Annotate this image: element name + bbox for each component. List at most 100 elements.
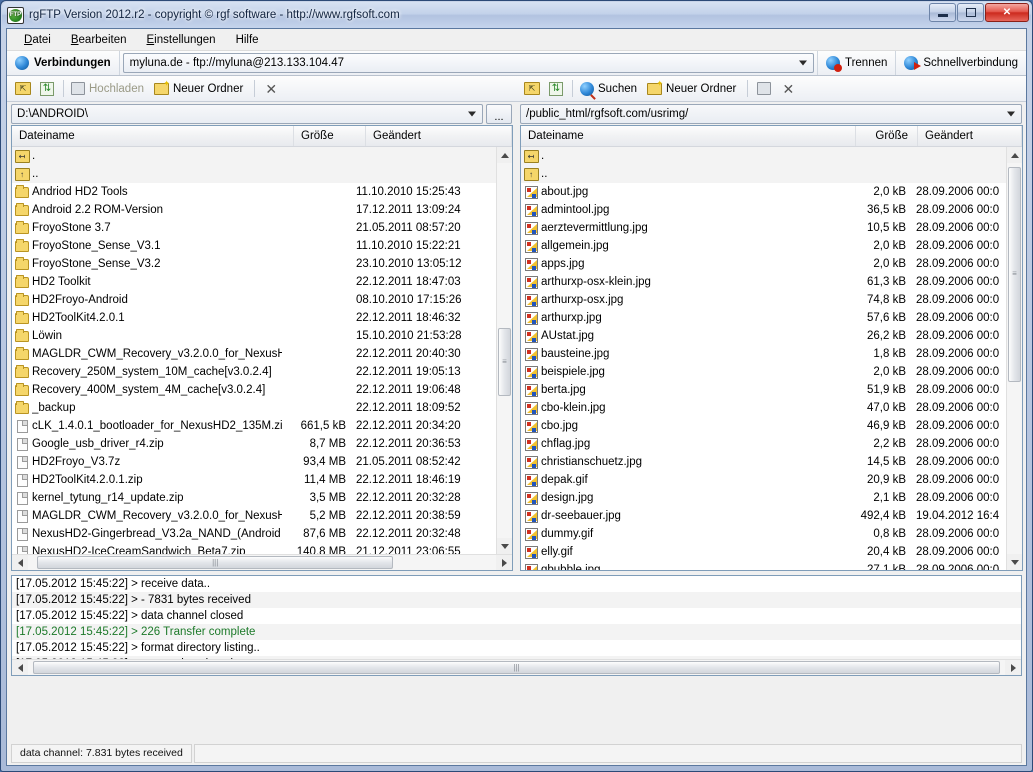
connections-button[interactable]: Verbindungen bbox=[7, 51, 120, 75]
table-row[interactable]: cbo-klein.jpg 47,0 kB 28.09.2006 00:0 bbox=[521, 399, 1006, 417]
local-up-button[interactable]: ⇱ bbox=[11, 78, 35, 99]
download-button[interactable] bbox=[752, 78, 776, 99]
hscroll-track[interactable]: ||| bbox=[28, 555, 496, 570]
scroll-up-button[interactable] bbox=[1007, 147, 1022, 163]
remote-refresh-button[interactable]: ⇅ bbox=[544, 78, 568, 99]
remote-path-combo[interactable]: /public_html/rgfsoft.com/usrimg/ bbox=[520, 103, 1022, 124]
column-header-groesse[interactable]: Größe bbox=[294, 126, 366, 146]
remote-up-button[interactable]: ⇱ bbox=[520, 78, 544, 99]
table-row[interactable]: allgemein.jpg 2,0 kB 28.09.2006 00:0 bbox=[521, 237, 1006, 255]
file-size: 36,5 kB bbox=[867, 204, 906, 216]
table-row[interactable]: admintool.jpg 36,5 kB 28.09.2006 00:0 bbox=[521, 201, 1006, 219]
log-hscroll-thumb[interactable]: ||| bbox=[32, 661, 1001, 674]
table-row[interactable]: about.jpg 2,0 kB 28.09.2006 00:0 bbox=[521, 183, 1006, 201]
scroll-down-button[interactable] bbox=[497, 538, 512, 554]
table-row[interactable]: AUstat.jpg 26,2 kB 28.09.2006 00:0 bbox=[521, 327, 1006, 345]
table-row[interactable]: christianschuetz.jpg 14,5 kB 28.09.2006 00… bbox=[521, 453, 1006, 471]
search-button[interactable]: Suchen bbox=[577, 81, 644, 96]
column-header-geaendert[interactable]: Geändert bbox=[918, 126, 1022, 146]
menu-item-einstellungen[interactable]: Einstellungen bbox=[138, 31, 225, 49]
table-row[interactable]: arthurxp-osx.jpg 74,8 kB 28.09.2006 00:0 bbox=[521, 291, 1006, 309]
table-row[interactable]: HD2Froyo_V3.7z 93,4 MB 21.05.2011 08:52:42 bbox=[12, 453, 496, 471]
quick-connect-button[interactable]: Schnellverbindung bbox=[896, 51, 1026, 75]
table-row[interactable]: MAGLDR_CWM_Recovery_v3.2.0.0_for_NexusHI… bbox=[12, 507, 496, 525]
table-row[interactable]: depak.gif 20,9 kB 28.09.2006 00:0 bbox=[521, 471, 1006, 489]
column-header-dateiname[interactable]: Dateiname bbox=[521, 126, 856, 146]
hscroll-thumb[interactable]: ||| bbox=[37, 556, 394, 569]
log-hscroll-track[interactable]: ||| bbox=[28, 660, 1005, 675]
local-delete-button[interactable]: ✕ bbox=[259, 78, 283, 99]
scroll-left-button[interactable] bbox=[12, 555, 28, 570]
scroll-track[interactable]: ≡ bbox=[497, 163, 512, 538]
remote-delete-button[interactable]: ✕ bbox=[776, 78, 800, 99]
local-vertical-scrollbar[interactable]: ≡ bbox=[496, 147, 512, 554]
table-row[interactable]: beispiele.jpg 2,0 kB 28.09.2006 00:0 bbox=[521, 363, 1006, 381]
local-browse-button[interactable]: ... bbox=[486, 103, 512, 124]
upload-button[interactable]: Hochladen bbox=[68, 82, 151, 95]
maximize-button[interactable] bbox=[957, 3, 984, 22]
scroll-up-button[interactable] bbox=[497, 147, 512, 163]
scroll-down-button[interactable] bbox=[1007, 554, 1022, 570]
table-row[interactable]: Google_usb_driver_r4.zip 8,7 MB 22.12.2011… bbox=[12, 435, 496, 453]
table-row[interactable]: NexusHD2-IceCreamSandwich_Beta7.zip 140,8… bbox=[12, 543, 496, 554]
table-row[interactable]: ↤. bbox=[12, 147, 496, 165]
local-horizontal-scrollbar[interactable]: ||| bbox=[12, 554, 512, 570]
table-row[interactable]: Android 2.2 ROM-Version 17.12.2011 13:09:… bbox=[12, 201, 496, 219]
column-header-dateiname[interactable]: Dateiname bbox=[12, 126, 294, 146]
table-row[interactable]: arthurxp.jpg 57,6 kB 28.09.2006 00:0 bbox=[521, 309, 1006, 327]
table-row[interactable]: bausteine.jpg 1,8 kB 28.09.2006 00:0 bbox=[521, 345, 1006, 363]
file-name: . bbox=[541, 150, 545, 162]
table-row[interactable]: ↤. bbox=[521, 147, 1006, 165]
table-row[interactable]: ↑.. bbox=[521, 165, 1006, 183]
scroll-right-button[interactable] bbox=[496, 555, 512, 570]
minimize-button[interactable] bbox=[929, 3, 956, 22]
table-row[interactable]: MAGLDR_CWM_Recovery_v3.2.0.0_for_NexusHI… bbox=[12, 345, 496, 363]
table-row[interactable]: Recovery_250M_system_10M_cache[v3.0.2.4]… bbox=[12, 363, 496, 381]
table-row[interactable]: gbubble.jpg 27,1 kB 28.09.2006 00:0 bbox=[521, 561, 1006, 570]
table-row[interactable]: Recovery_400M_system_4M_cache[v3.0.2.4] 2… bbox=[12, 381, 496, 399]
table-row[interactable]: dr-seebauer.jpg 492,4 kB 19.04.2012 16:4 bbox=[521, 507, 1006, 525]
table-row[interactable]: _backup 22.12.2011 18:09:52 bbox=[12, 399, 496, 417]
local-path-combo[interactable]: D:\ANDROID\ bbox=[11, 103, 483, 124]
scroll-right-button[interactable] bbox=[1005, 660, 1021, 675]
table-row[interactable]: HD2ToolKit4.2.0.1.zip 11,4 MB 22.12.2011 1… bbox=[12, 471, 496, 489]
table-row[interactable]: Andriod HD2 Tools 11.10.2010 15:25:43 bbox=[12, 183, 496, 201]
menu-item-datei[interactable]: Datei bbox=[15, 31, 60, 49]
menu-item-hilfe[interactable]: Hilfe bbox=[227, 31, 268, 49]
disconnect-button[interactable]: Trennen bbox=[818, 51, 897, 75]
connection-combo[interactable]: myluna.de - ftp://myluna@213.133.104.47 bbox=[122, 53, 814, 73]
log-horizontal-scrollbar[interactable]: ||| bbox=[12, 659, 1021, 675]
table-row[interactable]: elly.gif 20,4 kB 28.09.2006 00:0 bbox=[521, 543, 1006, 561]
table-row[interactable]: arthurxp-osx-klein.jpg 61,3 kB 28.09.2006 … bbox=[521, 273, 1006, 291]
column-header-groesse[interactable]: Größe bbox=[856, 126, 918, 146]
table-row[interactable]: HD2Froyo-Android 08.10.2010 17:15:26 bbox=[12, 291, 496, 309]
table-row[interactable]: FroyoStone_Sense_V3.2 23.10.2010 13:05:12 bbox=[12, 255, 496, 273]
table-row[interactable]: FroyoStone 3.7 21.05.2011 08:57:20 bbox=[12, 219, 496, 237]
table-row[interactable]: kernel_tytung_r14_update.zip 3,5 MB 22.12.… bbox=[12, 489, 496, 507]
remote-vertical-scrollbar[interactable]: ≡ bbox=[1006, 147, 1022, 570]
table-row[interactable]: HD2 Toolkit 22.12.2011 18:47:03 bbox=[12, 273, 496, 291]
table-row[interactable]: berta.jpg 51,9 kB 28.09.2006 00:0 bbox=[521, 381, 1006, 399]
table-row[interactable]: design.jpg 2,1 kB 28.09.2006 00:0 bbox=[521, 489, 1006, 507]
table-row[interactable]: HD2ToolKit4.2.0.1 22.12.2011 18:46:32 bbox=[12, 309, 496, 327]
scroll-thumb[interactable]: ≡ bbox=[498, 328, 511, 396]
scroll-thumb[interactable]: ≡ bbox=[1008, 166, 1021, 382]
local-refresh-button[interactable]: ⇅ bbox=[35, 78, 59, 99]
scroll-track[interactable]: ≡ bbox=[1007, 163, 1022, 554]
remote-new-folder-button[interactable]: Neuer Ordner bbox=[644, 79, 743, 95]
table-row[interactable]: chflag.jpg 2,2 kB 28.09.2006 00:0 bbox=[521, 435, 1006, 453]
column-header-geaendert[interactable]: Geändert bbox=[366, 126, 512, 146]
scroll-left-button[interactable] bbox=[12, 660, 28, 675]
table-row[interactable]: aerztevermittlung.jpg 10,5 kB 28.09.2006 0… bbox=[521, 219, 1006, 237]
table-row[interactable]: FroyoStone_Sense_V3.1 11.10.2010 15:22:21 bbox=[12, 237, 496, 255]
close-button[interactable]: ✕ bbox=[985, 3, 1029, 22]
table-row[interactable]: ↑.. bbox=[12, 165, 496, 183]
table-row[interactable]: dummy.gif 0,8 kB 28.09.2006 00:0 bbox=[521, 525, 1006, 543]
local-new-folder-button[interactable]: Neuer Ordner bbox=[151, 79, 250, 95]
table-row[interactable]: cbo.jpg 46,9 kB 28.09.2006 00:0 bbox=[521, 417, 1006, 435]
menu-item-bearbeiten[interactable]: Bearbeiten bbox=[62, 31, 136, 49]
table-row[interactable]: cLK_1.4.0.1_bootloader_for_NexusHD2_135M… bbox=[12, 417, 496, 435]
table-row[interactable]: Löwin 15.10.2010 21:53:28 bbox=[12, 327, 496, 345]
table-row[interactable]: apps.jpg 2,0 kB 28.09.2006 00:0 bbox=[521, 255, 1006, 273]
table-row[interactable]: NexusHD2-Gingerbread_V3.2a_NAND_(Android… bbox=[12, 525, 496, 543]
